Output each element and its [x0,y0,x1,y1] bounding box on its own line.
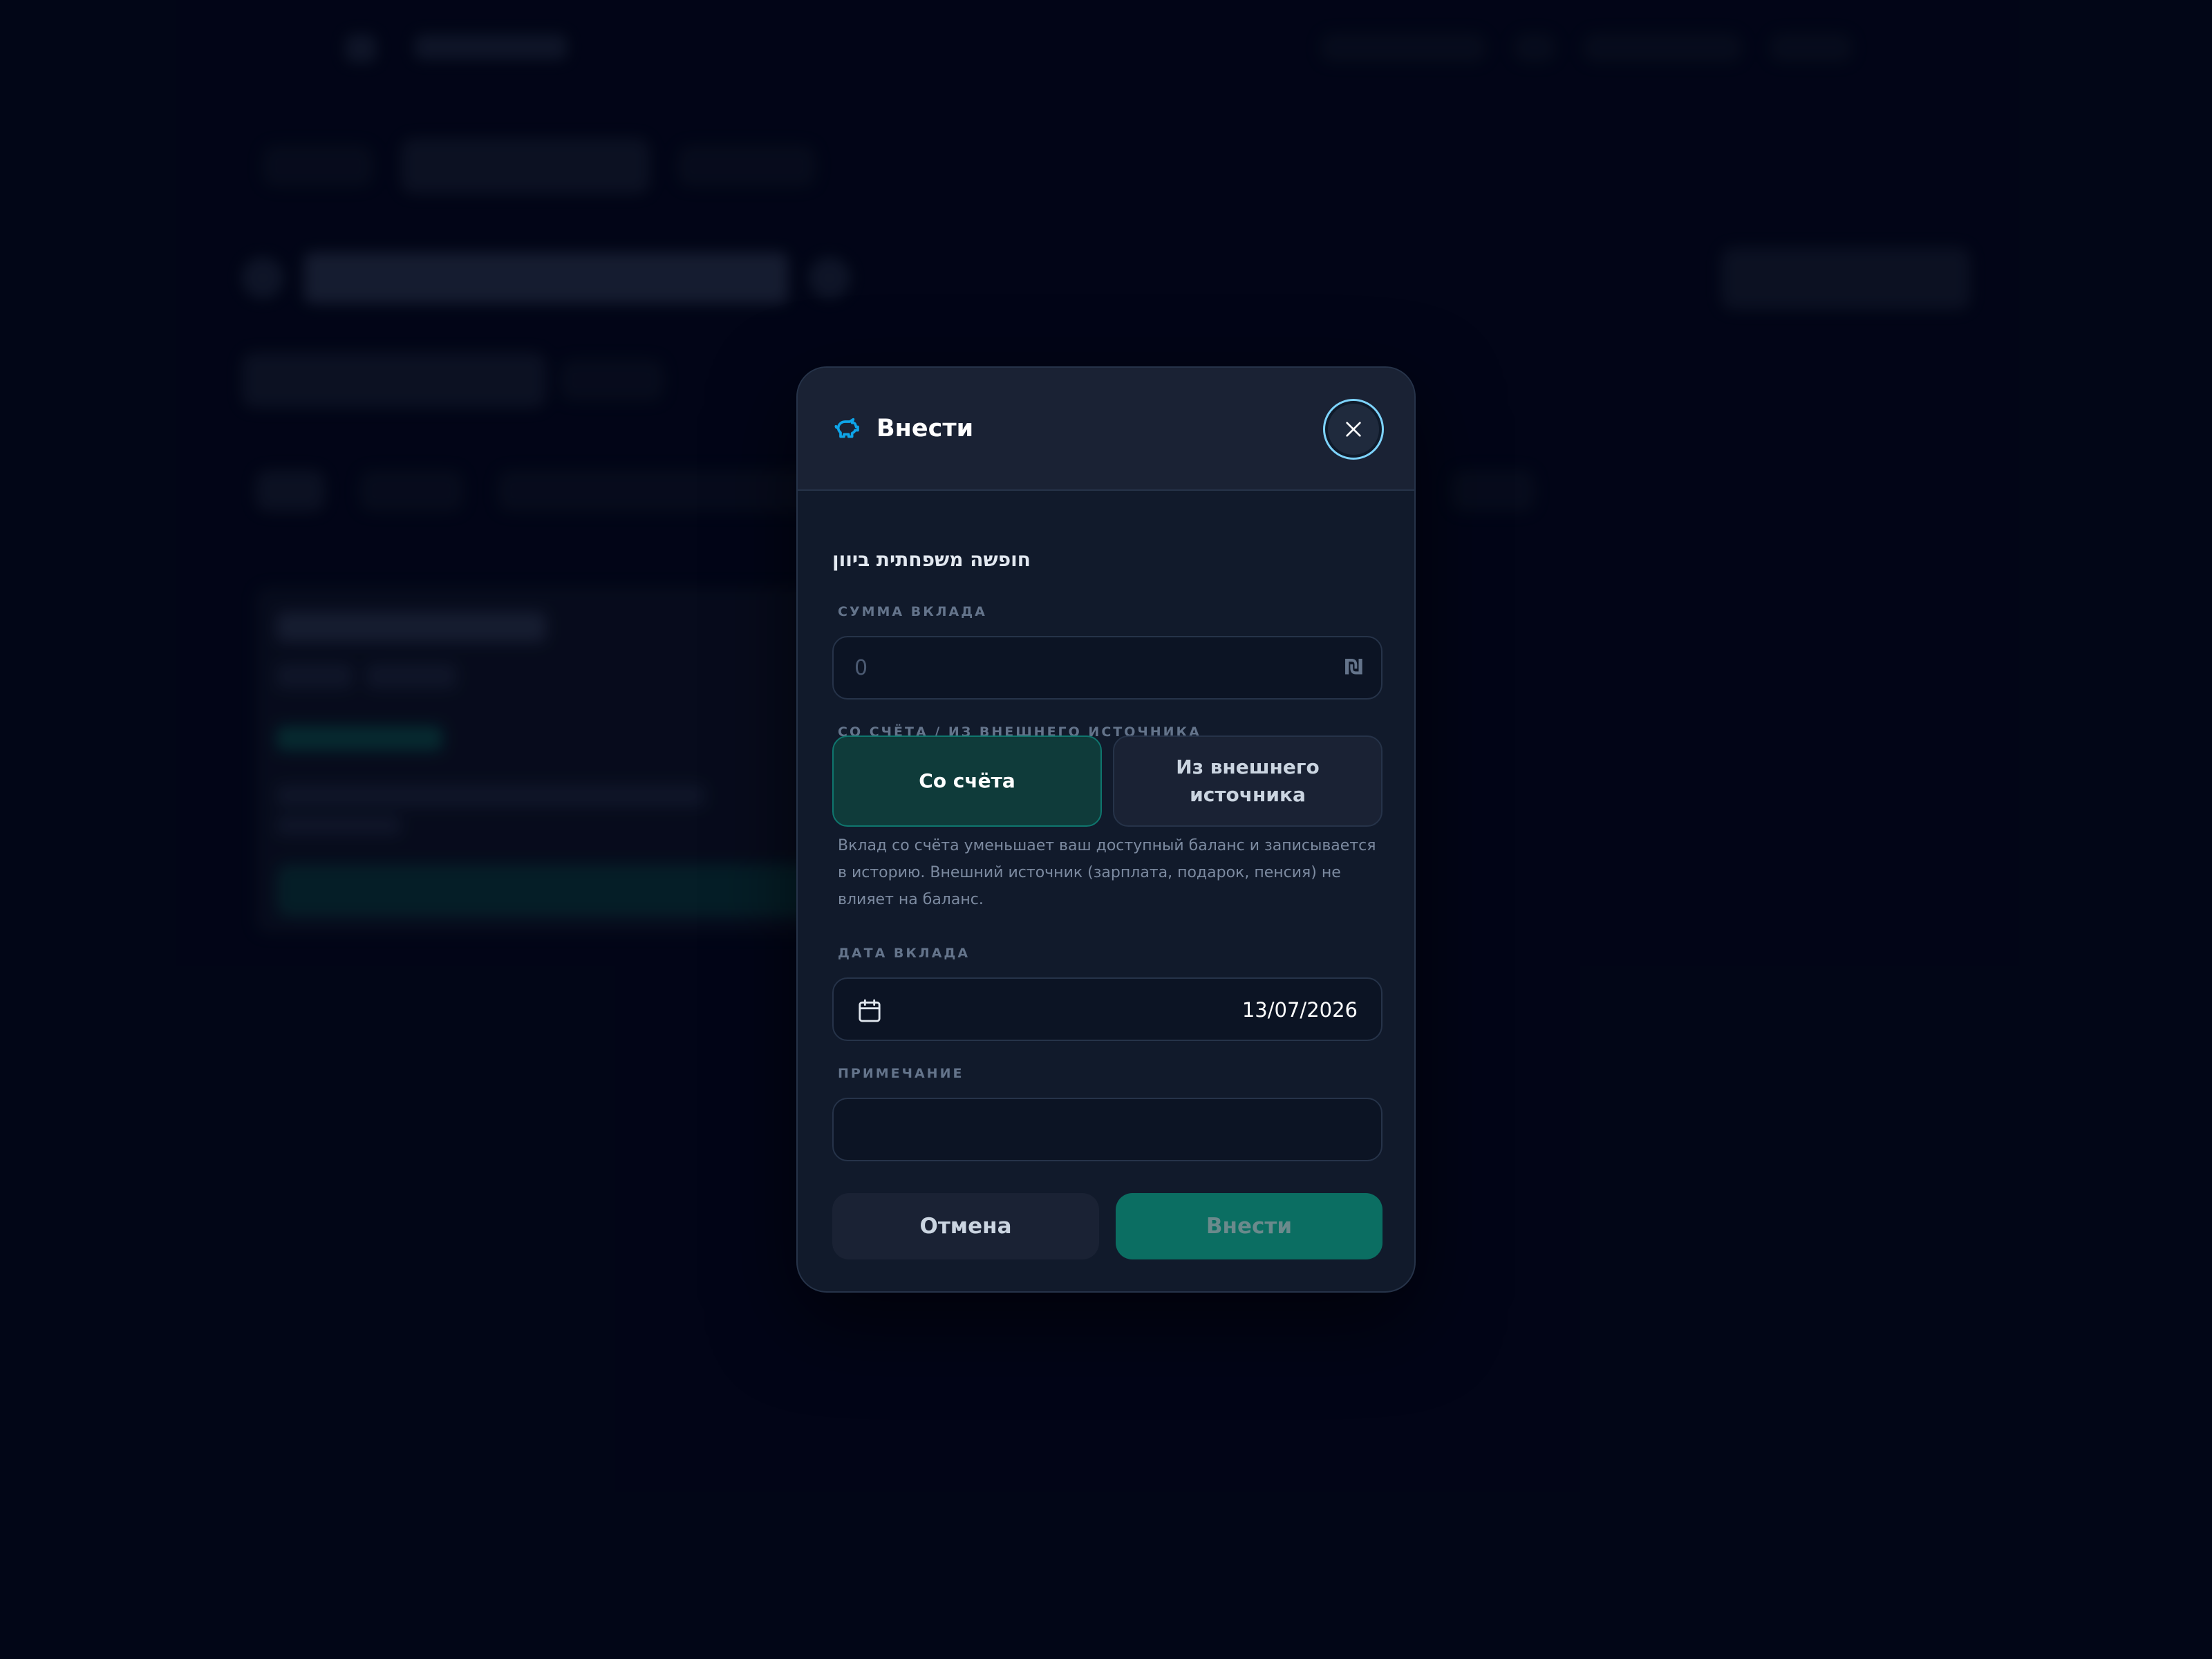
note-field[interactable] [832,1098,1382,1161]
currency-symbol: ₪ [1344,655,1363,679]
modal-header: Внести [798,368,1414,491]
note-label: ПРИМЕЧАНИЕ [838,1066,964,1081]
deposit-modal: Внести חופשה משפחתית ביוון СУММА ВКЛАДА … [796,366,1416,1293]
close-button[interactable] [1323,399,1384,460]
source-option-external[interactable]: Из внешнего источника [1113,735,1382,827]
source-hint: Вклад со счёта уменьшает ваш доступный б… [838,837,1376,908]
piggy-bank-icon [832,413,863,444]
source-option-account-label: Со счёта [919,769,1015,792]
cancel-button[interactable]: Отмена [832,1193,1099,1259]
date-value: 13/07/2026 [1241,998,1358,1022]
source-option-account[interactable]: Со счёта [832,735,1102,827]
close-icon [1346,422,1361,437]
amount-input[interactable] [854,651,1311,684]
amount-label: СУММА ВКЛАДА [838,604,987,619]
modal-title: Внести [877,415,974,442]
date-label: ДАТА ВКЛАДА [838,946,971,961]
calendar-icon[interactable] [856,995,883,1026]
amount-field[interactable]: ₪ [832,636,1382,700]
goal-name: חופשה משפחתית ביוון [832,548,1031,571]
date-field[interactable]: 13/07/2026 [832,977,1382,1041]
source-option-external-label: Из внешнего источника [1176,756,1320,806]
submit-deposit-button[interactable]: Внести [1116,1193,1382,1259]
note-input[interactable] [850,1113,1362,1146]
